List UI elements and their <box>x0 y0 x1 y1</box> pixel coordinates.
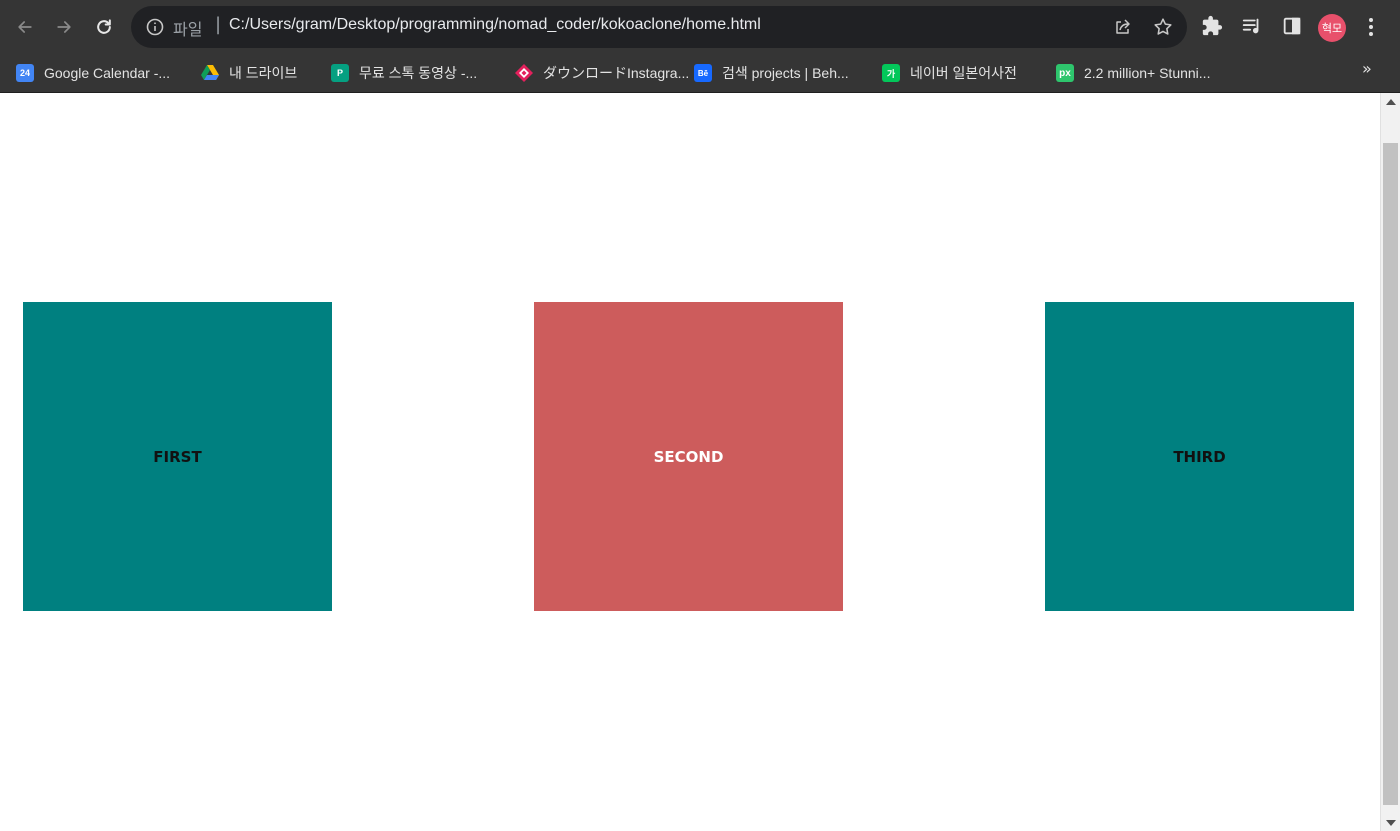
browser-toolbar: 파일 | C:/Users/gram/Desktop/programming/n… <box>0 0 1400 54</box>
download-diamond-icon <box>515 64 533 82</box>
back-button[interactable] <box>9 11 41 43</box>
more-bookmarks-button[interactable]: » <box>1362 59 1372 78</box>
bookmark-behance[interactable]: Bē 검색 projects | Beh... <box>694 60 849 86</box>
google-drive-icon <box>201 64 219 82</box>
bookmark-label: 검색 projects | Beh... <box>722 65 849 81</box>
bookmark-label: Google Calendar -... <box>44 65 171 81</box>
box-second: SECOND <box>534 302 843 611</box>
bookmarks-bar: 24 Google Calendar -... 내 드라이브 P 무료 스톡 동… <box>0 54 1400 93</box>
vertical-scrollbar[interactable] <box>1380 93 1400 831</box>
bookmark-star-icon[interactable] <box>1152 16 1174 38</box>
scroll-up-arrow-icon[interactable] <box>1386 99 1396 105</box>
bookmark-label: 네이버 일본어사전 <box>910 65 1017 81</box>
box-first-label: FIRST <box>153 447 202 466</box>
bookmark-label: 무료 스톡 동영상 -... <box>359 65 478 81</box>
arrow-left-icon <box>18 21 32 33</box>
address-bar[interactable]: 파일 | C:/Users/gram/Desktop/programming/n… <box>131 6 1187 48</box>
bookmark-pixabay[interactable]: px 2.2 million+ Stunni... <box>1056 60 1210 86</box>
bookmark-label: 내 드라이브 <box>229 65 298 81</box>
more-menu-icon[interactable] <box>1360 15 1382 39</box>
box-third: THIRD <box>1045 302 1354 611</box>
address-url[interactable]: C:/Users/gram/Desktop/programming/nomad_… <box>229 16 761 34</box>
reload-icon <box>97 19 111 34</box>
side-panel-icon[interactable] <box>1281 15 1303 37</box>
share-icon[interactable] <box>1113 17 1133 37</box>
box-third-label: THIRD <box>1173 447 1226 466</box>
pexels-icon: P <box>331 64 349 82</box>
bookmark-label: ダウンロードInstagra... <box>543 65 690 81</box>
bookmark-google-drive[interactable]: 내 드라이브 <box>201 60 297 86</box>
info-icon[interactable] <box>145 17 165 37</box>
browser-chrome: 파일 | C:/Users/gram/Desktop/programming/n… <box>0 0 1400 93</box>
pixabay-icon: px <box>1056 64 1074 82</box>
box-second-label: SECOND <box>653 447 724 466</box>
forward-button[interactable] <box>48 11 80 43</box>
google-calendar-icon: 24 <box>16 64 34 82</box>
bookmark-google-calendar[interactable]: 24 Google Calendar -... <box>16 60 170 86</box>
box-first: FIRST <box>23 302 332 611</box>
arrow-right-icon <box>57 21 71 33</box>
extensions-puzzle-icon[interactable] <box>1201 15 1223 37</box>
bookmark-instagram-download[interactable]: ダウンロードInstagra... <box>515 60 689 86</box>
scrollbar-thumb[interactable] <box>1383 143 1398 805</box>
profile-avatar[interactable]: 혁모 <box>1318 14 1346 42</box>
page-content: FIRST SECOND THIRD <box>0 93 1380 831</box>
naver-dictionary-icon: 가 <box>882 64 900 82</box>
behance-icon: Bē <box>694 64 712 82</box>
bookmark-pexels[interactable]: P 무료 스톡 동영상 -... <box>331 60 477 86</box>
scroll-down-arrow-icon[interactable] <box>1386 820 1396 826</box>
media-queue-icon[interactable] <box>1241 15 1263 37</box>
bookmark-naver-dictionary[interactable]: 가 네이버 일본어사전 <box>882 60 1017 86</box>
address-scheme-label: 파일 <box>173 20 203 39</box>
bookmark-label: 2.2 million+ Stunni... <box>1084 65 1211 81</box>
reload-button[interactable] <box>88 11 120 43</box>
address-separator: | <box>215 14 222 35</box>
